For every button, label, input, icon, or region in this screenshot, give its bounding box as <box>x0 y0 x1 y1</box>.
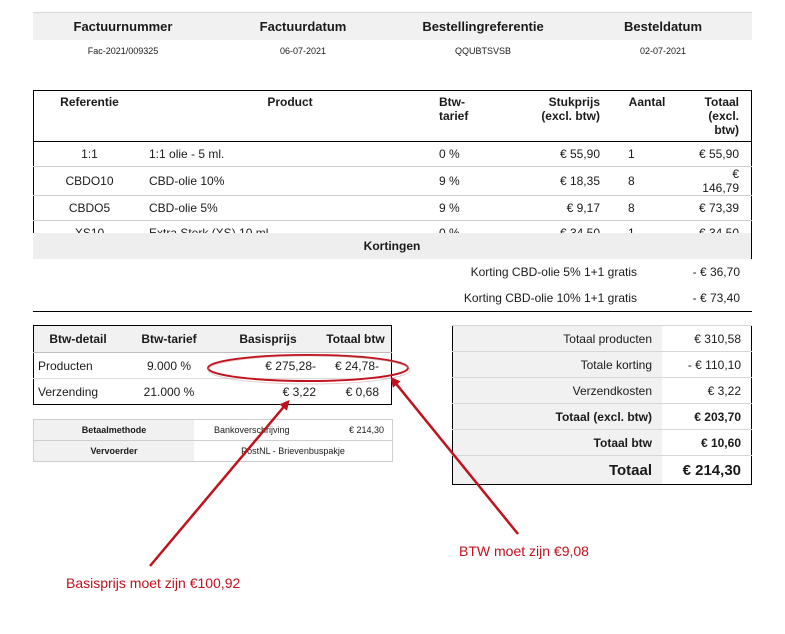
base-price-arrow <box>149 399 290 567</box>
highlight-ellipse-shadow <box>207 355 411 385</box>
highlight-ellipse <box>207 354 409 382</box>
vat-arrow <box>390 376 519 535</box>
annotation-overlay <box>149 354 519 567</box>
vat-note: BTW moet zijn €9,08 <box>459 543 589 559</box>
base-price-note: Basisprijs moet zijn €100,92 <box>66 575 241 591</box>
